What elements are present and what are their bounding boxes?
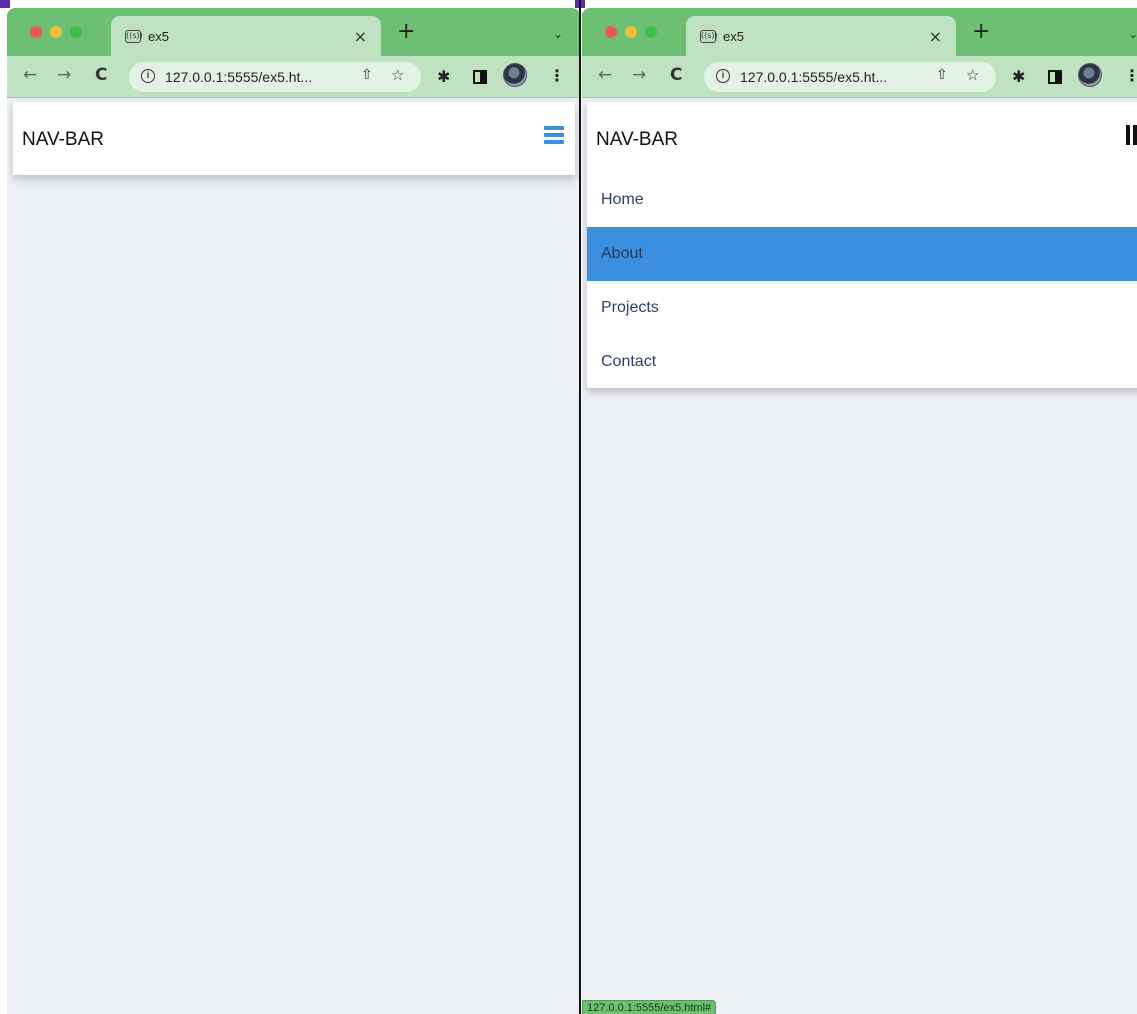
nav-menu: Home About Projects Contact [587, 173, 1137, 389]
extensions-icon[interactable]: ✱ [1012, 67, 1025, 86]
navbar-brand[interactable]: NAV-BAR [22, 129, 104, 151]
browser-tab[interactable]: ((s)) ex5 × [686, 16, 956, 56]
vertical-bars-icon[interactable] [1126, 125, 1137, 145]
navbar-brand[interactable]: NAV-BAR [596, 129, 678, 151]
site-info-icon[interactable]: i [716, 69, 730, 83]
url-text: 127.0.0.1:5555/ex5.ht... [165, 69, 313, 85]
hamburger-line [544, 126, 564, 130]
navbar-expanded: NAV-BAR Home About Projects Contact [587, 102, 1137, 388]
bookmark-star-icon[interactable]: ☆ [391, 66, 404, 84]
bookmark-star-icon[interactable]: ☆ [966, 66, 979, 84]
top-gap [0, 0, 1137, 8]
browser-window-left: ((s)) ex5 × + ⌄ ← → C i 127.0.0.1:5555/e… [7, 8, 580, 1014]
new-tab-icon[interactable]: + [397, 21, 415, 43]
link-status-bubble: 127.0.0.1:5555/ex5.html# [582, 1000, 717, 1014]
browser-menu-icon[interactable]: ⋮ [1124, 66, 1137, 85]
maximize-window-button[interactable] [645, 26, 657, 38]
favicon-icon: ((s)) [125, 30, 143, 43]
maximize-window-button[interactable] [70, 26, 82, 38]
bar-line [1132, 125, 1137, 145]
url-text: 127.0.0.1:5555/ex5.ht... [740, 69, 888, 85]
tab-title: ex5 [723, 29, 744, 44]
browser-tab[interactable]: ((s)) ex5 × [111, 16, 381, 56]
address-bar[interactable]: i 127.0.0.1:5555/ex5.ht... ⇧ ☆ [704, 62, 996, 92]
profile-avatar[interactable] [1078, 63, 1102, 87]
browser-menu-icon[interactable]: ⋮ [549, 66, 565, 85]
close-tab-icon[interactable]: × [354, 27, 367, 46]
close-window-button[interactable] [605, 26, 617, 38]
window-controls [30, 26, 82, 38]
bar-line [1126, 125, 1130, 145]
address-bar[interactable]: i 127.0.0.1:5555/ex5.ht... ⇧ ☆ [129, 62, 421, 92]
browser-toolbar: ← → C i 127.0.0.1:5555/ex5.ht... ⇧ ☆ ✱ ⋮ [582, 56, 1137, 98]
window-controls [605, 26, 657, 38]
share-icon[interactable]: ⇧ [361, 67, 373, 83]
reload-icon[interactable]: C [670, 65, 682, 85]
profile-avatar[interactable] [503, 63, 527, 87]
forward-icon[interactable]: → [57, 65, 71, 85]
browser-toolbar: ← → C i 127.0.0.1:5555/ex5.ht... ⇧ ☆ ✱ ⋮ [7, 56, 580, 98]
tab-strip: ((s)) ex5 × + ⌄ [582, 8, 1137, 56]
tab-strip: ((s)) ex5 × + ⌄ [7, 8, 580, 56]
hamburger-line [544, 140, 564, 144]
nav-item-contact[interactable]: Contact [587, 335, 1137, 389]
minimize-window-button[interactable] [625, 26, 637, 38]
window-divider [579, 0, 581, 1014]
close-tab-icon[interactable]: × [929, 27, 942, 46]
extensions-icon[interactable]: ✱ [437, 67, 450, 86]
screenshot-stage: ((s)) ex5 × + ⌄ ← → C i 127.0.0.1:5555/e… [0, 0, 1137, 1014]
hamburger-line [544, 133, 564, 137]
back-icon[interactable]: ← [598, 65, 612, 85]
navbar: NAV-BAR [13, 102, 575, 175]
nav-item-projects[interactable]: Projects [587, 281, 1137, 335]
nav-item-home[interactable]: Home [587, 173, 1137, 227]
back-icon[interactable]: ← [23, 65, 37, 85]
tab-title: ex5 [148, 29, 169, 44]
site-info-icon[interactable]: i [141, 69, 155, 83]
page-viewport: NAV-BAR [7, 99, 580, 1014]
side-panel-icon[interactable] [473, 70, 487, 84]
nav-item-about[interactable]: About [587, 227, 1137, 281]
new-tab-icon[interactable]: + [972, 21, 990, 43]
desktop-corner [0, 0, 10, 8]
share-icon[interactable]: ⇧ [936, 67, 948, 83]
forward-icon[interactable]: → [632, 65, 646, 85]
tab-search-icon[interactable]: ⌄ [553, 27, 563, 41]
reload-icon[interactable]: C [95, 65, 107, 85]
hamburger-icon[interactable] [544, 126, 564, 144]
close-window-button[interactable] [30, 26, 42, 38]
browser-window-right: ((s)) ex5 × + ⌄ ← → C i 127.0.0.1:5555/e… [582, 8, 1137, 1014]
favicon-icon: ((s)) [700, 30, 718, 43]
page-viewport: NAV-BAR Home About Projects Contact 127.… [582, 99, 1137, 1014]
side-panel-icon[interactable] [1048, 70, 1062, 84]
tab-search-icon[interactable]: ⌄ [1128, 27, 1137, 41]
minimize-window-button[interactable] [50, 26, 62, 38]
